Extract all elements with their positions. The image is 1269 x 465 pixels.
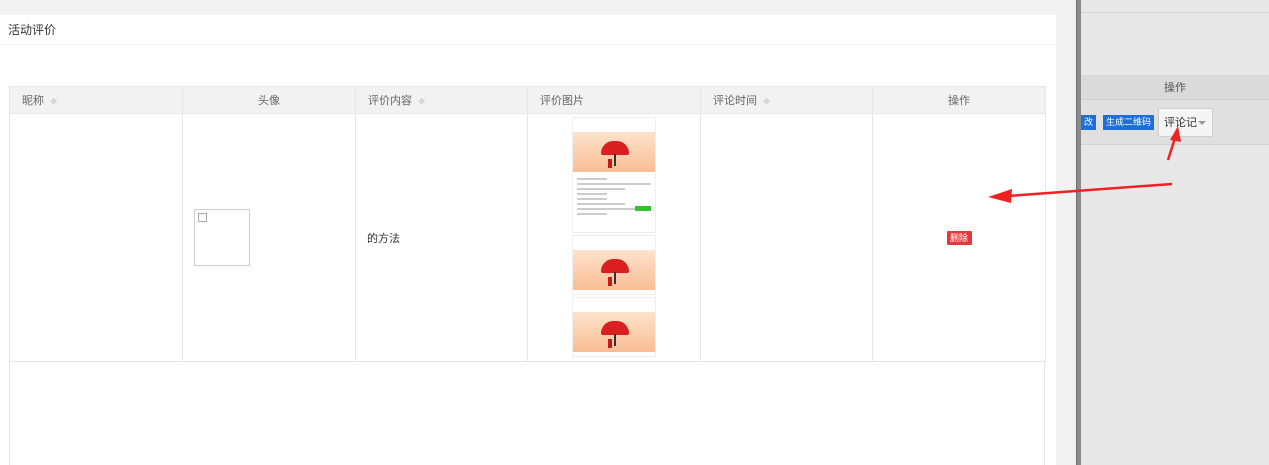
modal-divider: [1076, 0, 1081, 465]
background-table-row: 改 生成二维码 评论记: [1081, 100, 1269, 145]
cell-content: 的方法: [355, 113, 528, 362]
text-lines: [573, 172, 655, 221]
umbrella-icon: [601, 140, 629, 155]
cell-avatar: [182, 113, 356, 362]
column-header-content[interactable]: 评价内容 ≑: [355, 86, 528, 114]
generate-qr-button[interactable]: 生成二维码: [1103, 115, 1155, 130]
umbrella-poster-image: [573, 311, 655, 352]
column-header-comment-time[interactable]: 评论时间 ≑: [700, 86, 873, 114]
edit-button[interactable]: 改: [1081, 115, 1097, 130]
umbrella-icon: [601, 320, 629, 335]
modal-title: 活动评价: [0, 15, 1056, 45]
background-page-panel: 操作 改 生成二维码 评论记: [1081, 0, 1269, 465]
table-header-row: 昵称 ≑ 头像 评价内容 ≑ 评价图片 评论时间 ≑ 操作: [9, 86, 1046, 114]
cell-nickname: [9, 113, 183, 362]
comment-record-select[interactable]: 评论记: [1158, 108, 1213, 137]
table-row: 的方法 删除: [9, 113, 1046, 362]
column-header-nickname[interactable]: 昵称 ≑: [9, 86, 183, 114]
review-image-thumbnail[interactable]: [572, 296, 656, 357]
select-value: 评论记: [1164, 116, 1197, 129]
column-header-actions: 操作: [872, 86, 1046, 114]
divider-line: [1081, 12, 1269, 13]
sort-icon[interactable]: ≑: [763, 97, 771, 107]
sort-icon[interactable]: ≑: [418, 97, 426, 107]
review-image-thumbnail[interactable]: [572, 116, 656, 233]
phone-status-bar: [573, 118, 655, 125]
phone-nav-bar: [573, 125, 655, 132]
umbrella-poster-image: [573, 249, 655, 290]
column-header-images: 评价图片: [527, 86, 701, 114]
broken-image-icon: [198, 213, 207, 222]
review-content-text: 的方法: [367, 231, 400, 245]
delete-button[interactable]: 删除: [946, 230, 972, 245]
cell-comment-time: [700, 113, 873, 362]
chevron-down-icon: [1198, 121, 1206, 125]
top-strip: [0, 0, 1076, 15]
column-header-avatar: 头像: [182, 86, 356, 114]
green-button-shape: [635, 205, 651, 211]
cell-actions: 删除: [872, 113, 1046, 362]
review-image-thumbnail[interactable]: [572, 234, 656, 295]
umbrella-poster-image: [573, 131, 655, 172]
review-images: [572, 116, 656, 357]
avatar: [194, 209, 250, 266]
modal-gutter: [1056, 15, 1076, 465]
sort-icon[interactable]: ≑: [50, 97, 58, 107]
table-empty-area: [9, 362, 1045, 465]
cell-images: [527, 113, 701, 362]
review-table: 昵称 ≑ 头像 评价内容 ≑ 评价图片 评论时间 ≑ 操作 的方法 删除: [9, 86, 1046, 362]
background-column-header: 操作: [1081, 75, 1269, 100]
umbrella-icon: [601, 258, 629, 273]
